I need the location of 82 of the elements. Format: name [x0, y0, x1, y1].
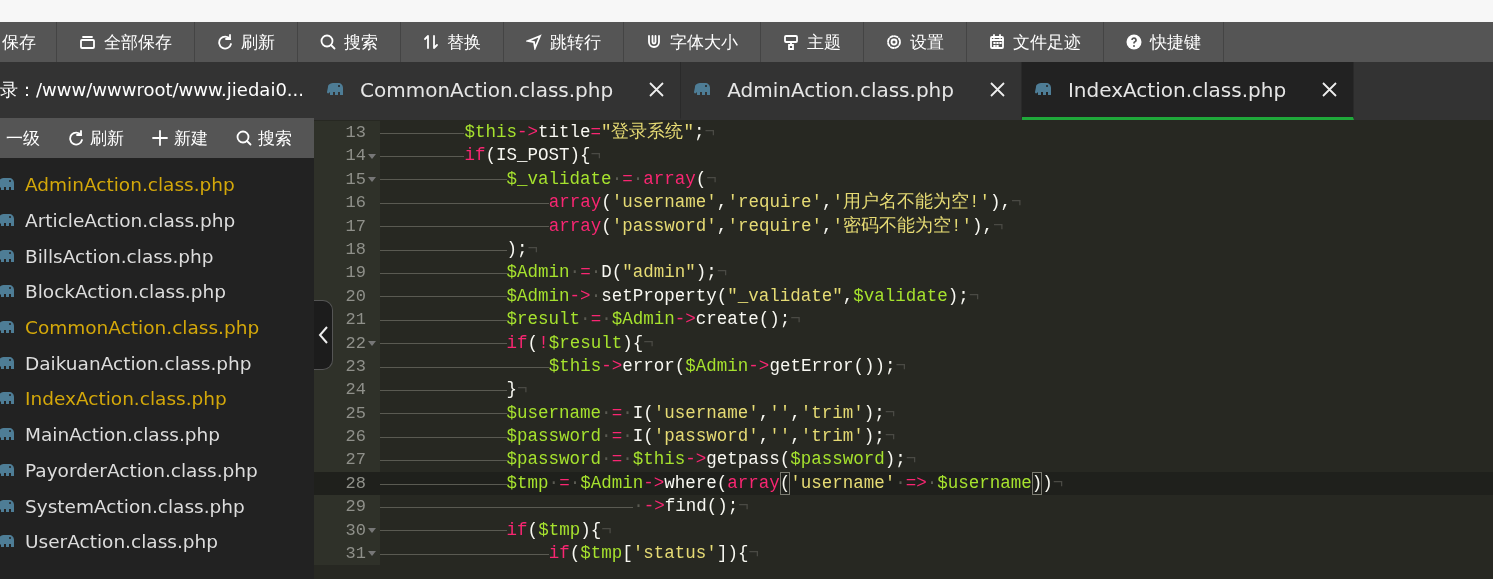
swap-arrows-icon: [423, 34, 439, 50]
magnet-icon: [646, 34, 662, 50]
file-item[interactable]: BillsAction.class.php: [0, 238, 314, 275]
elephant-icon: [1033, 82, 1052, 97]
sidebar-tool-button[interactable]: 搜索: [222, 118, 306, 158]
code-line: $this->error($Admin->getError());¬: [380, 354, 1493, 379]
file-tab[interactable]: IndexAction.class.php: [1021, 62, 1355, 120]
settings-icon: [886, 34, 902, 50]
code-line: if(IS_POST){¬: [380, 144, 1493, 168]
line-number: 24: [345, 379, 366, 402]
search-icon: [236, 130, 252, 146]
line-number: 29: [345, 496, 366, 519]
line-number: 18: [345, 238, 366, 261]
stack-icon: [79, 34, 96, 50]
close-icon: [1322, 82, 1338, 97]
refresh-icon: [68, 130, 84, 146]
code-line: $Admin·=·D("admin");¬: [380, 261, 1493, 285]
line-number: 31: [345, 543, 366, 566]
line-number: 21: [345, 309, 366, 332]
line-number: 20: [345, 285, 366, 308]
line-number: 26: [345, 426, 366, 449]
code-line: $password·=·$this->getpass($password);¬: [380, 448, 1493, 472]
file-item[interactable]: SystemAction.class.php: [0, 488, 314, 524]
fold-icon[interactable]: [368, 176, 376, 182]
path-label: 录：/www/wwwroot/www.jiedai0...: [0, 78, 304, 102]
line-number: 16: [345, 192, 366, 215]
line-number: 22: [345, 332, 366, 355]
close-icon: [989, 82, 1005, 97]
help-icon: [1126, 34, 1142, 50]
line-number: 15: [345, 168, 366, 191]
fold-icon[interactable]: [368, 551, 376, 557]
file-item[interactable]: PayorderAction.class.php: [0, 452, 314, 489]
refresh-icon: [217, 34, 233, 50]
sidebar-tool-button[interactable]: 刷新: [54, 118, 138, 158]
code-line: $Admin->·setProperty("_validate",$validate);¬: [380, 284, 1493, 309]
line-number: 23: [345, 355, 366, 378]
collapse-handle[interactable]: [314, 300, 333, 370]
code-line: array('username','require','用户名不能为空!'),¬: [380, 191, 1493, 215]
file-tab[interactable]: CommonAction.class.php: [314, 62, 682, 120]
file-item[interactable]: CommonAction.class.php: [0, 309, 314, 346]
sidebar-tool-button[interactable]: 一级: [0, 118, 54, 158]
line-number: 17: [345, 215, 366, 238]
line-number: 27: [345, 449, 366, 472]
code-line: );¬: [380, 237, 1493, 262]
code-line: }¬: [380, 378, 1493, 402]
chevron-left-icon: [317, 326, 329, 344]
file-tab[interactable]: AdminAction.class.php: [681, 62, 1022, 120]
elephant-icon: [693, 82, 712, 97]
code-line: $password·=·I('password','','trim');¬: [380, 425, 1493, 449]
file-item[interactable]: UserAction.class.php: [0, 523, 314, 560]
code-line: $username·=·I('username','','trim');¬: [380, 401, 1493, 426]
search-icon: [320, 34, 336, 50]
line-number: 14: [345, 145, 366, 168]
code-line: if($tmp['status']){¬: [380, 542, 1493, 566]
plus-icon: [152, 130, 168, 146]
navigation-arrow-icon: [526, 34, 542, 50]
line-number: 13: [345, 122, 366, 144]
line-number: 28: [345, 472, 366, 495]
calendar-icon: [989, 34, 1005, 50]
fold-icon[interactable]: [368, 153, 376, 159]
file-item[interactable]: IndexAction.class.php: [0, 381, 314, 417]
fold-icon[interactable]: [368, 340, 376, 346]
sidebar-tool-button[interactable]: 新建: [138, 118, 222, 158]
code-line: if(!$result){¬: [380, 331, 1493, 355]
file-item[interactable]: MainAction.class.php: [0, 416, 314, 453]
elephant-icon: [326, 82, 344, 97]
code-line: ·->find();¬: [380, 495, 1493, 519]
file-item[interactable]: BlockAction.class.php: [0, 274, 314, 310]
line-number: 19: [345, 262, 366, 285]
code-line: array('password','require','密码不能为空!'),¬: [380, 214, 1493, 238]
file-item[interactable]: DaikuanAction.class.php: [0, 345, 314, 382]
line-number: 25: [345, 402, 366, 425]
close-icon: [649, 82, 665, 97]
code-line: if($tmp){¬: [380, 518, 1493, 543]
code-line: $_validate·=·array(¬: [380, 167, 1493, 192]
fold-icon[interactable]: [368, 527, 376, 533]
file-item[interactable]: AdminAction.class.php: [0, 167, 314, 203]
code-line: $this->title="登录系统";¬: [380, 121, 1493, 145]
file-item[interactable]: ArticleAction.class.php: [0, 202, 314, 239]
paint-roller-icon: [783, 34, 799, 50]
code-line: $result·=·$Admin->create();¬: [380, 308, 1493, 332]
line-number: 30: [345, 519, 366, 542]
